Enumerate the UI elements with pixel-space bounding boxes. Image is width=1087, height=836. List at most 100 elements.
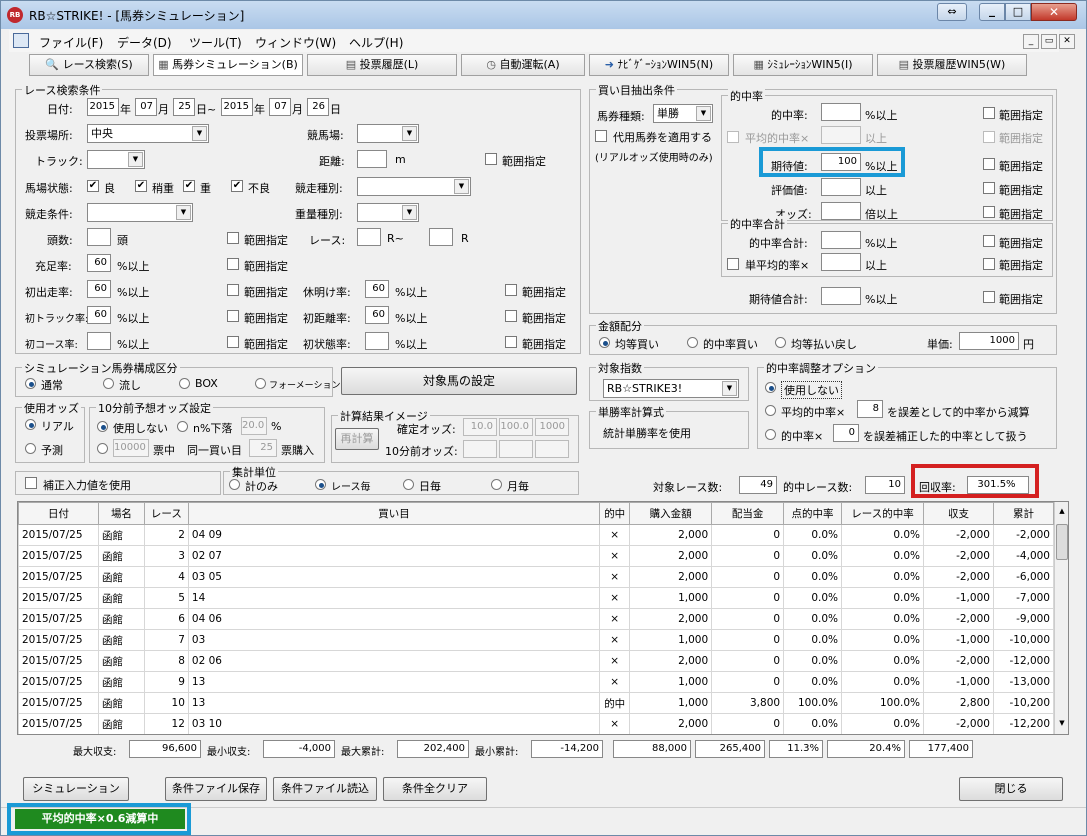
expect-sum-input[interactable]: [821, 287, 861, 305]
first-run-range-checkbox[interactable]: [227, 284, 239, 296]
money-equal-radio[interactable]: [599, 337, 610, 348]
agg-day-radio[interactable]: [403, 479, 414, 490]
condition-heavy-checkbox[interactable]: ✔: [183, 180, 195, 192]
sim-formation-radio[interactable]: [255, 378, 266, 389]
first-track-range-checkbox[interactable]: [227, 310, 239, 322]
hit-sum-range-checkbox[interactable]: [983, 235, 995, 247]
condition-bad-checkbox[interactable]: ✔: [231, 180, 243, 192]
money-refund-radio[interactable]: [775, 337, 786, 348]
table-row[interactable]: 2015/07/25 函館 9 13 × 1,000 0 0.0% 0.0% -1,000 -13,…: [18, 671, 1055, 693]
odds10-ticket-radio[interactable]: [97, 443, 108, 454]
sim-flow-radio[interactable]: [103, 378, 114, 389]
tab-race-search[interactable]: 🔍 レース検索(S): [29, 54, 149, 76]
col-race[interactable]: レース: [143, 502, 189, 525]
avg-hit-input[interactable]: [821, 126, 861, 144]
money-hit-radio[interactable]: [687, 337, 698, 348]
date-to-day[interactable]: 26: [307, 98, 329, 116]
tab-navigation-win5[interactable]: ➜ ﾅﾋﾞｹﾞｰｼｮﾝWIN5(N): [589, 54, 729, 76]
col-buy[interactable]: 買い目: [187, 502, 601, 525]
avg-hit-range-checkbox[interactable]: [983, 131, 995, 143]
ticket-kind-select[interactable]: 単勝 ▼: [653, 104, 713, 123]
odds10-off-radio[interactable]: [97, 421, 108, 432]
table-row[interactable]: 2015/07/25 函館 5 14 × 1,000 0 0.0% 0.0% -1,000 -7,0…: [18, 587, 1055, 609]
close-icon[interactable]: ✕: [1031, 3, 1077, 21]
condition-good-checkbox[interactable]: ✔: [87, 180, 99, 192]
single-avg-checkbox[interactable]: [727, 258, 739, 270]
menu-tools[interactable]: ツール(T): [189, 34, 242, 51]
correction-checkbox[interactable]: [25, 477, 37, 489]
col-cumulative[interactable]: 累計: [992, 502, 1055, 525]
col-balance[interactable]: 収支: [923, 502, 994, 525]
adjust-rate-radio[interactable]: [765, 429, 776, 440]
table-row[interactable]: 2015/07/25 函館 2 04 09 × 2,000 0 0.0% 0.0% -2,000-…: [18, 524, 1055, 546]
table-row[interactable]: 2015/07/25 函館 8 02 06 × 2,000 0 0.0% 0.0% -2,000-…: [18, 650, 1055, 672]
first-track-input[interactable]: 60: [87, 306, 111, 324]
proxy-checkbox[interactable]: [595, 130, 607, 142]
sim-box-radio[interactable]: [179, 378, 190, 389]
fill-rate-input[interactable]: 60: [87, 254, 111, 272]
heads-range-checkbox[interactable]: [227, 232, 239, 244]
odds-real-radio[interactable]: [25, 419, 36, 430]
race-type-select[interactable]: ▼: [357, 177, 471, 196]
first-course-input[interactable]: [87, 332, 111, 350]
first-state-range-checkbox[interactable]: [505, 336, 517, 348]
adjust-rate-input[interactable]: 0: [833, 424, 859, 442]
odds10-pct-input[interactable]: 20.0: [241, 417, 267, 435]
hit-sum-input[interactable]: [821, 231, 861, 249]
table-row[interactable]: 2015/07/25 函館 3 02 07 × 2,000 0 0.0% 0.0% -2,000-…: [18, 545, 1055, 567]
recalc-button[interactable]: 再計算: [335, 428, 379, 450]
date-from-month[interactable]: 07: [135, 98, 157, 116]
race-from-input[interactable]: [357, 228, 381, 246]
col-payout[interactable]: 配当金: [711, 502, 785, 525]
menu-data[interactable]: データ(D): [117, 34, 172, 51]
race-to-input[interactable]: [429, 228, 453, 246]
odds10-count-input[interactable]: 25: [249, 439, 277, 457]
date-from-day[interactable]: 25: [173, 98, 195, 116]
table-scrollbar[interactable]: ▲ ▼: [1054, 502, 1068, 734]
first-distance-input[interactable]: 60: [365, 306, 389, 324]
rest-range-checkbox[interactable]: [505, 284, 517, 296]
table-row[interactable]: 2015/07/25 函館 6 04 06 × 2,000 0 0.0% 0.0% -2,000-…: [18, 608, 1055, 630]
weight-type-select[interactable]: ▼: [357, 203, 419, 222]
odds-range-checkbox[interactable]: [983, 206, 995, 218]
table-row[interactable]: 2015/07/25 函館 4 03 05 × 2,000 0 0.0% 0.0% -2,000-…: [18, 566, 1055, 588]
maximize-icon[interactable]: □: [1005, 3, 1031, 21]
mdi-minimize-icon[interactable]: _: [1023, 34, 1039, 49]
save-conditions-button[interactable]: 条件ファイル保存: [165, 777, 267, 801]
menu-help[interactable]: ヘルプ(H): [349, 34, 403, 51]
hit-input[interactable]: [821, 103, 861, 121]
tab-simulation-win5[interactable]: ▦ ｼﾐｭﾚｰｼｮﾝWIN5(I): [733, 54, 873, 76]
mdi-close-icon[interactable]: ✕: [1059, 34, 1075, 49]
date-from-year[interactable]: 2015: [87, 98, 119, 116]
agg-total-radio[interactable]: [229, 479, 240, 490]
hit-range-checkbox[interactable]: [983, 107, 995, 119]
index-select[interactable]: RB☆STRIKE3! ▼: [603, 379, 739, 398]
first-distance-range-checkbox[interactable]: [505, 310, 517, 322]
sim-normal-radio[interactable]: [25, 378, 36, 389]
tab-vote-history-win5[interactable]: ▤ 投票履歴WIN5(W): [877, 54, 1027, 76]
agg-month-radio[interactable]: [491, 479, 502, 490]
tab-auto-run[interactable]: ◷ 自動運転(A): [461, 54, 585, 76]
date-to-month[interactable]: 07: [269, 98, 291, 116]
close-button[interactable]: 閉じる: [959, 777, 1063, 801]
track-select[interactable]: ▼: [87, 150, 145, 169]
first-course-range-checkbox[interactable]: [227, 336, 239, 348]
restore-icon[interactable]: ⇔: [937, 3, 967, 21]
agg-race-radio[interactable]: [315, 479, 326, 490]
menu-window[interactable]: ウィンドウ(W): [255, 34, 336, 51]
menu-file[interactable]: ファイル(F): [39, 34, 103, 51]
col-venue[interactable]: 場名: [97, 502, 145, 525]
heads-input[interactable]: [87, 228, 111, 246]
distance-input[interactable]: [357, 150, 387, 168]
eval-input[interactable]: [821, 178, 861, 196]
date-to-year[interactable]: 2015: [221, 98, 253, 116]
track-name-select[interactable]: ▼: [357, 124, 419, 143]
odds-input[interactable]: [821, 202, 861, 220]
race-condition-select[interactable]: ▼: [87, 203, 193, 222]
tab-ticket-sim[interactable]: ▦ 馬券シミュレーション(B): [153, 54, 303, 76]
table-row[interactable]: 2015/07/25 函館 10 13 的中 1,000 3,800 100.0% 100.0%…: [18, 692, 1055, 714]
col-amount[interactable]: 購入金額: [629, 502, 713, 525]
clear-conditions-button[interactable]: 条件全クリア: [383, 777, 487, 801]
adjust-avg-input[interactable]: 8: [857, 400, 883, 418]
single-avg-input[interactable]: [821, 253, 861, 271]
